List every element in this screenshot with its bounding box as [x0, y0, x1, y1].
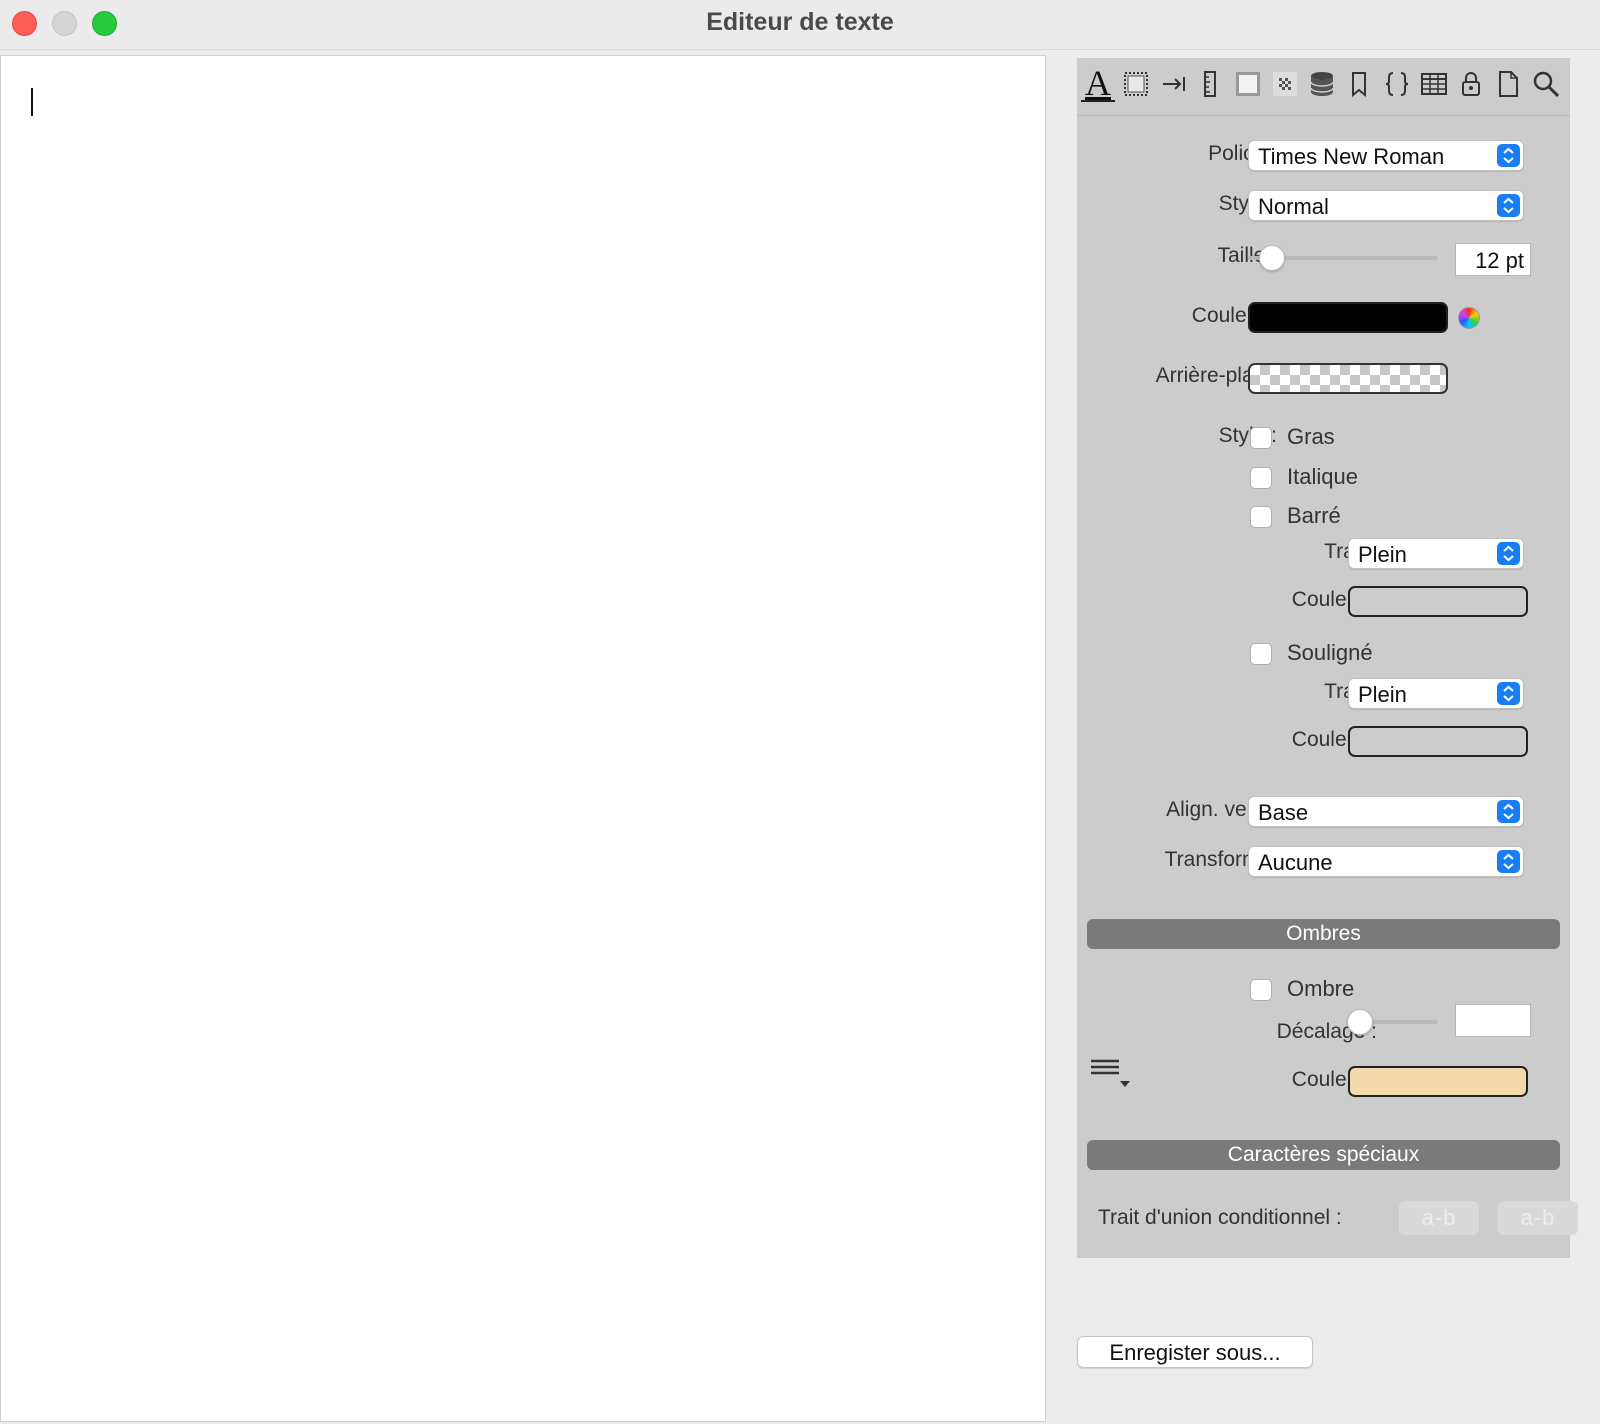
- ruler-tab[interactable]: [1193, 66, 1227, 102]
- color-picker-icon[interactable]: [1458, 307, 1480, 329]
- souligne-couleur-well[interactable]: [1348, 726, 1528, 757]
- trait-union-button-1[interactable]: a-b: [1399, 1201, 1479, 1235]
- souligne-trait-select[interactable]: Plein: [1348, 678, 1524, 709]
- ombre-label: Ombre: [1287, 976, 1355, 1001]
- table-tab[interactable]: [1417, 66, 1451, 102]
- database-icon: [1310, 72, 1334, 96]
- trait-union-label: Trait d'union conditionnel :: [1098, 1206, 1342, 1229]
- document-icon: [1499, 71, 1518, 97]
- tab-indent-tab[interactable]: [1157, 66, 1191, 102]
- souligne-checkbox[interactable]: [1250, 643, 1272, 665]
- align-vert-chevron-icon: [1497, 800, 1520, 823]
- gras-checkbox[interactable]: [1250, 427, 1272, 449]
- souligne-trait-value: Plein: [1358, 682, 1407, 707]
- bookmark-icon: [1352, 72, 1366, 98]
- style-chevron-icon: [1497, 194, 1520, 217]
- souligne-trait-chevron-icon: [1497, 682, 1520, 705]
- search-icon: [1533, 71, 1560, 98]
- style-value: Normal: [1258, 194, 1329, 219]
- braces-icon: [1385, 72, 1409, 96]
- text-editor-area[interactable]: [0, 55, 1046, 1422]
- trait-union-button-2[interactable]: a-b: [1498, 1201, 1578, 1235]
- align-vert-select[interactable]: Base: [1248, 796, 1524, 827]
- souligne-label: Souligné: [1287, 640, 1373, 665]
- barre-checkbox[interactable]: [1250, 506, 1272, 528]
- barre-label: Barré: [1287, 503, 1341, 528]
- taille-field[interactable]: 12 pt: [1455, 243, 1531, 276]
- police-chevron-icon: [1497, 144, 1520, 167]
- font-tab[interactable]: A: [1081, 63, 1115, 103]
- police-value: Times New Roman: [1258, 144, 1445, 169]
- barre-trait-select[interactable]: Plein: [1348, 538, 1524, 569]
- table-icon: [1421, 73, 1447, 95]
- decalage-slider-knob[interactable]: [1347, 1009, 1373, 1035]
- style-select[interactable]: Normal: [1248, 190, 1524, 221]
- gras-label: Gras: [1287, 424, 1335, 449]
- couleur-well[interactable]: [1248, 302, 1448, 333]
- text-caret: [31, 88, 33, 116]
- police-select[interactable]: Times New Roman: [1248, 140, 1524, 171]
- ombres-section-header: Ombres: [1087, 919, 1560, 949]
- italique-checkbox[interactable]: [1250, 467, 1272, 489]
- search-tab[interactable]: [1529, 66, 1563, 102]
- transform-select[interactable]: Aucune: [1248, 846, 1524, 877]
- braces-tab[interactable]: [1380, 66, 1414, 102]
- frame-icon: [1124, 72, 1148, 96]
- title-bar: Editeur de texte: [0, 0, 1600, 50]
- italique-label: Italique: [1287, 464, 1358, 489]
- align-vert-value: Base: [1258, 800, 1309, 825]
- database-tab[interactable]: [1305, 66, 1339, 102]
- list-menu-icon[interactable]: [1091, 1057, 1141, 1093]
- inspector-toolbar: A: [1077, 58, 1570, 116]
- tab-indent-icon: [1163, 77, 1185, 91]
- ombre-couleur-well[interactable]: [1348, 1066, 1528, 1097]
- barre-couleur-well[interactable]: [1348, 586, 1528, 617]
- caracteres-speciaux-section-header: Caractères spéciaux: [1087, 1140, 1560, 1170]
- transform-chevron-icon: [1497, 850, 1520, 873]
- inspector-panel: A Police: Times New Roman Style Normal …: [1077, 58, 1578, 1258]
- decalage-field[interactable]: [1455, 1004, 1531, 1037]
- document-tab[interactable]: [1491, 66, 1525, 102]
- pattern-icon: [1273, 72, 1297, 96]
- font-icon: A: [1085, 63, 1111, 103]
- transform-value: Aucune: [1258, 850, 1333, 875]
- window-title: Editeur de texte: [706, 8, 894, 36]
- frame-tab[interactable]: [1119, 66, 1153, 102]
- taille-slider-knob[interactable]: [1259, 245, 1285, 271]
- lock-tab[interactable]: [1454, 66, 1488, 102]
- pattern-tab[interactable]: [1268, 66, 1302, 102]
- ombre-checkbox[interactable]: [1250, 979, 1272, 1001]
- barre-trait-chevron-icon: [1497, 542, 1520, 565]
- lock-icon: [1462, 72, 1480, 96]
- ruler-icon: [1204, 71, 1216, 97]
- barre-trait-value: Plein: [1358, 542, 1407, 567]
- save-as-button[interactable]: Enregister sous...: [1077, 1336, 1313, 1368]
- border-icon: [1236, 72, 1260, 96]
- arriere-plan-well[interactable]: [1248, 363, 1448, 394]
- border-tab[interactable]: [1231, 66, 1265, 102]
- bookmark-tab[interactable]: [1342, 66, 1376, 102]
